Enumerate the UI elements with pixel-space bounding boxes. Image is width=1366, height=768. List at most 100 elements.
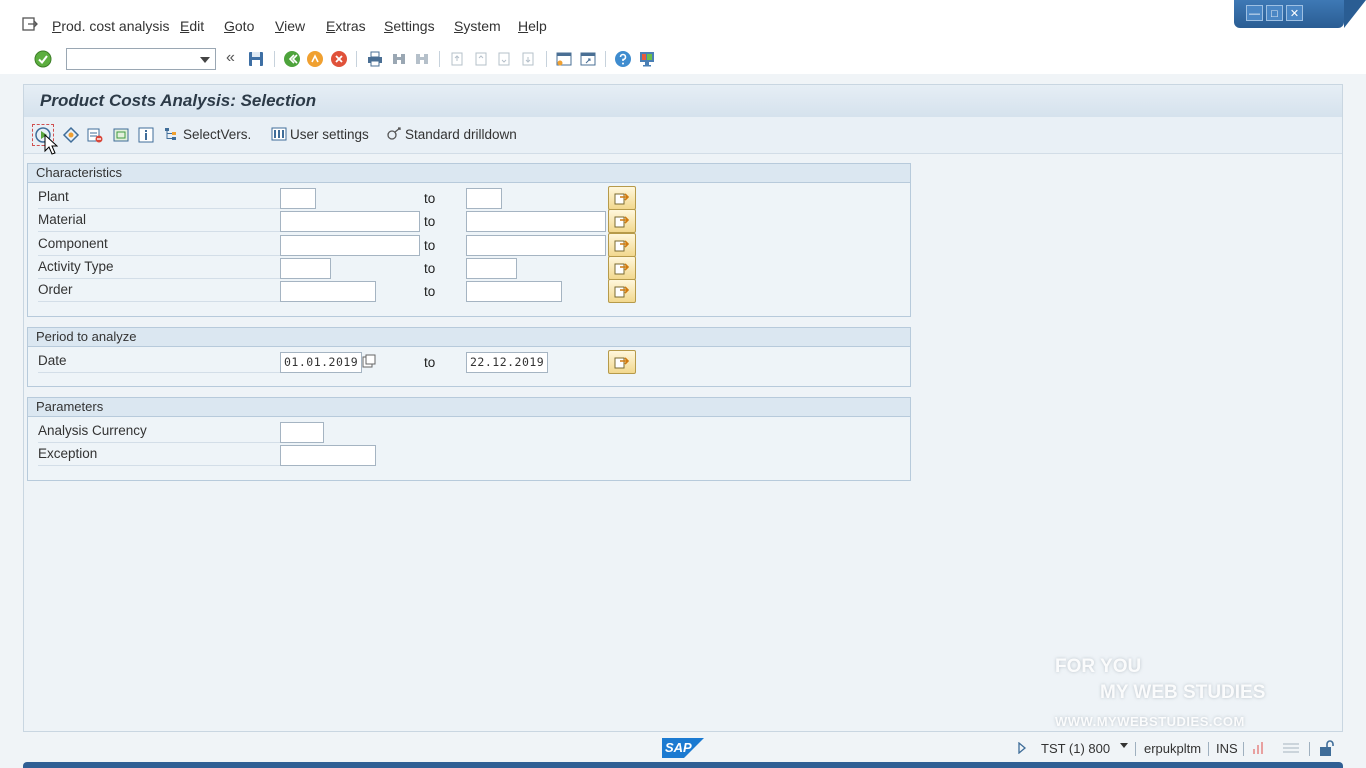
menu-exit-icon[interactable] [22, 17, 38, 31]
user-settings-label: User settings [290, 127, 369, 142]
order-multiple-selection-button[interactable] [608, 279, 636, 303]
date-to-label: to [424, 355, 436, 370]
order-from-input[interactable] [280, 281, 376, 302]
customize-layout-icon[interactable] [638, 50, 656, 68]
activity-type-to-input[interactable] [466, 258, 517, 279]
component-to-input[interactable] [466, 235, 606, 256]
collapse-command-icon[interactable]: « [226, 49, 235, 67]
date-to-input[interactable]: 22.12.2019 [466, 352, 548, 373]
toolbar-divider [546, 51, 547, 67]
plant-to-input[interactable] [466, 188, 502, 209]
standard-drilldown-label: Standard drilldown [405, 127, 517, 142]
menu-prod-cost-analysis[interactable]: Prod. cost analysis [52, 18, 170, 34]
standard-drilldown-button[interactable]: Standard drilldown [386, 126, 517, 144]
previous-page-icon[interactable] [472, 50, 490, 68]
component-label: Component [38, 233, 282, 256]
analysis-currency-row: Analysis Currency [28, 420, 910, 443]
sap-logo-text: SAP [665, 740, 692, 755]
period-group: Period to analyze Date 01.01.2019 to 22.… [27, 327, 911, 387]
save-icon[interactable] [247, 50, 265, 68]
component-multiple-selection-button[interactable] [608, 233, 636, 257]
info-icon[interactable] [137, 126, 155, 144]
print-icon[interactable] [366, 50, 384, 68]
user-settings-icon [271, 127, 287, 141]
material-to-label: to [424, 214, 436, 229]
find-next-icon[interactable] [413, 50, 431, 68]
toolbar-divider [274, 51, 275, 67]
analysis-currency-input[interactable] [280, 422, 324, 443]
minimize-button[interactable]: — [1246, 5, 1263, 21]
menu-help[interactable]: Help [518, 18, 547, 34]
status-divider [1135, 742, 1136, 756]
plant-from-input[interactable] [280, 188, 316, 209]
activity-type-from-input[interactable] [280, 258, 331, 279]
shortcut-icon[interactable] [579, 50, 597, 68]
enter-check-icon[interactable] [34, 50, 52, 68]
application-toolbar: SelectVers. User settings Standard drill… [24, 117, 1342, 154]
cancel-icon[interactable] [330, 50, 348, 68]
component-from-input[interactable] [280, 235, 420, 256]
system-toolbar: « [0, 44, 1366, 74]
performance-icon [1253, 742, 1263, 754]
watermark-line-1: FOR YOU [1055, 656, 1142, 677]
find-icon[interactable] [390, 50, 408, 68]
status-expand-icon[interactable] [1017, 742, 1027, 754]
date-label: Date [38, 350, 282, 373]
select-versions-label: SelectVers. [183, 127, 252, 142]
material-multiple-selection-button[interactable] [608, 209, 636, 233]
help-icon[interactable] [614, 50, 632, 68]
period-heading: Period to analyze [28, 328, 910, 347]
first-page-icon[interactable] [448, 50, 466, 68]
delete-entries-icon[interactable] [86, 126, 104, 144]
menu-view[interactable]: View [275, 18, 305, 34]
menu-extras[interactable]: Extras [326, 18, 366, 34]
menu-goto[interactable]: Goto [224, 18, 254, 34]
multiple-selection-icon [614, 263, 630, 275]
date-from-input[interactable]: 01.01.2019 [280, 352, 362, 373]
parameters-group: Parameters Analysis Currency Exception [27, 397, 911, 481]
status-divider [1208, 742, 1209, 756]
get-variant-icon[interactable] [62, 126, 80, 144]
material-from-input[interactable] [280, 211, 420, 232]
command-field[interactable] [66, 48, 216, 70]
menu-system[interactable]: System [454, 18, 501, 34]
system-info[interactable]: TST (1) 800 [1041, 741, 1110, 756]
toolbar-divider [439, 51, 440, 67]
drilldown-icon [387, 127, 401, 140]
material-to-input[interactable] [466, 211, 606, 232]
order-row: Order to [28, 279, 910, 303]
activity-type-multiple-selection-button[interactable] [608, 256, 636, 280]
plant-label: Plant [38, 186, 282, 209]
order-to-input[interactable] [466, 281, 562, 302]
close-button[interactable]: ✕ [1286, 5, 1303, 21]
maximize-button[interactable]: □ [1266, 5, 1283, 21]
create-session-icon[interactable] [555, 50, 573, 68]
parameters-heading: Parameters [28, 398, 910, 417]
menu-settings[interactable]: Settings [384, 18, 435, 34]
date-multiple-selection-button[interactable] [608, 350, 636, 374]
other-selections-icon[interactable] [112, 126, 130, 144]
order-to-label: to [424, 284, 436, 299]
insert-mode[interactable]: INS [1216, 741, 1238, 756]
bottom-frame [23, 762, 1343, 768]
menu-edit[interactable]: Edit [180, 18, 204, 34]
status-divider [1309, 742, 1310, 756]
last-page-icon[interactable] [519, 50, 537, 68]
watermark-line-2: MY WEB STUDIES [1100, 682, 1266, 703]
date-row: Date 01.01.2019 to 22.12.2019 [28, 350, 910, 374]
multiple-selection-icon [614, 216, 630, 228]
plant-row: Plant to [28, 186, 910, 210]
exception-input[interactable] [280, 445, 376, 466]
exit-icon[interactable] [306, 50, 324, 68]
title-bar: Product Costs Analysis: Selection [24, 85, 1342, 118]
back-icon[interactable] [283, 50, 301, 68]
system-dropdown-icon[interactable] [1120, 743, 1128, 748]
calendar-icon[interactable] [362, 354, 376, 368]
plant-multiple-selection-button[interactable] [608, 186, 636, 210]
select-versions-button[interactable]: SelectVers. [164, 126, 251, 144]
user-settings-button[interactable]: User settings [271, 126, 369, 144]
next-page-icon[interactable] [495, 50, 513, 68]
lock-icon[interactable] [1318, 739, 1336, 757]
menu-bar: Prod. cost analysis Edit Goto View Extra… [0, 0, 1366, 45]
chevron-down-icon[interactable] [200, 57, 210, 63]
